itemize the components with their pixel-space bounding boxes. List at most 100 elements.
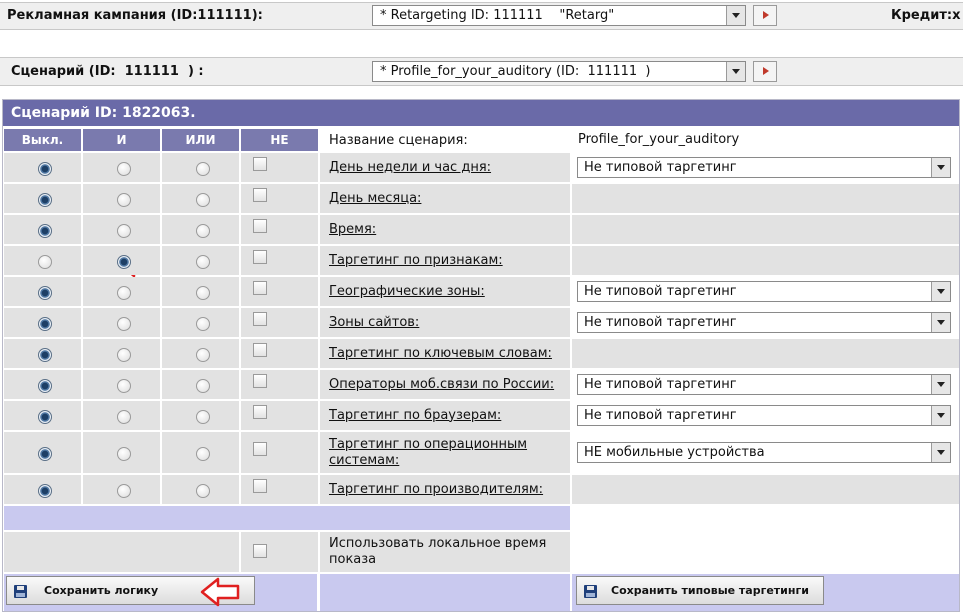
row-9-col-2-cell [162,432,239,473]
targeting-row-label: День недели и час дня: [320,153,570,182]
row-9-col-0-cell [4,432,81,473]
logic-radio-or[interactable] [196,255,210,269]
logic-radio-and[interactable] [117,193,131,207]
campaign-select-value: * Retargeting ID: 111111 "Retarg" [380,8,615,23]
logic-checkbox-not[interactable] [253,250,267,264]
row-6-col-1-cell [83,339,160,368]
targeting-link[interactable]: Операторы моб.связи по России: [329,377,554,393]
logic-checkbox-not[interactable] [253,405,267,419]
logic-radio-off[interactable] [38,162,52,176]
row-7-col-3-cell [241,370,318,399]
logic-radio-or[interactable] [196,410,210,424]
logic-checkbox-not[interactable] [253,374,267,388]
targeting-row-label: День месяца: [320,184,570,213]
campaign-go-button[interactable] [753,5,777,26]
logic-checkbox-not[interactable] [253,219,267,233]
targeting-link[interactable]: Таргетинг по ключевым словам: [329,346,552,362]
floppy-disk-icon [14,585,27,598]
row-0-col-3-cell [241,153,318,182]
targeting-link[interactable]: Таргетинг по браузерам: [329,408,501,424]
floppy-disk-icon [584,585,597,598]
row-1-col-1-cell [83,184,160,213]
logic-radio-and[interactable] [117,484,131,498]
logic-radio-and[interactable] [117,379,131,393]
logic-radio-off[interactable] [38,286,52,300]
targeting-type-select[interactable]: Не типовой таргетинг [577,157,951,178]
row-10-col-0-cell [4,475,81,504]
targeting-link[interactable]: Таргетинг по признакам: [329,253,503,269]
targeting-type-value: Не типовой таргетинг [584,315,737,330]
targeting-type-select[interactable]: Не типовой таргетинг [577,374,951,395]
logic-radio-and[interactable] [117,447,131,461]
logic-radio-off[interactable] [38,255,52,269]
logic-radio-or[interactable] [196,193,210,207]
spacer-row-right [572,506,959,530]
targeting-type-select[interactable]: НЕ мобильные устройства [577,442,951,463]
logic-radio-off[interactable] [38,410,52,424]
logic-radio-and[interactable] [117,317,131,331]
row-8-col-2-cell [162,401,239,430]
save-typical-targeting-button[interactable]: Сохранить типовые таргетинги [576,576,824,605]
row-5-col-3-cell [241,308,318,337]
buttons-row-mid [320,574,570,611]
targeting-row-label: Операторы моб.связи по России: [320,370,570,399]
logic-radio-and[interactable] [117,286,131,300]
targeting-link[interactable]: Географические зоны: [329,284,485,300]
targeting-value-cell [572,475,959,504]
logic-checkbox-not[interactable] [253,312,267,326]
logic-checkbox-not[interactable] [253,188,267,202]
targeting-type-select[interactable]: Не типовой таргетинг [577,312,951,333]
logic-radio-or[interactable] [196,484,210,498]
logic-radio-and[interactable] [117,410,131,424]
row-7-col-2-cell [162,370,239,399]
logic-radio-off[interactable] [38,224,52,238]
targeting-link[interactable]: Таргетинг по операционным системам: [329,437,570,469]
scenario-panel: Сценарий ID: 1822063. Выкл. И ИЛИ НЕ Наз… [2,99,960,612]
logic-radio-and[interactable] [117,348,131,362]
logic-radio-and[interactable] [117,162,131,176]
row-4-col-2-cell [162,277,239,306]
targeting-row-label: Таргетинг по операционным системам: [320,432,570,473]
scenario-name-value: Profile_for_your_auditory [578,132,740,147]
logic-checkbox-not[interactable] [253,442,267,456]
targeting-type-value: Не типовой таргетинг [584,284,737,299]
logic-radio-or[interactable] [196,224,210,238]
logic-checkbox-not[interactable] [253,343,267,357]
annotation-arrow-icon [200,577,240,607]
targeting-type-select[interactable]: Не типовой таргетинг [577,281,951,302]
targeting-link[interactable]: Зоны сайтов: [329,315,419,331]
logic-checkbox-not[interactable] [253,281,267,295]
chevron-down-icon [726,62,745,81]
logic-radio-or[interactable] [196,162,210,176]
logic-radio-or[interactable] [196,348,210,362]
logic-checkbox-not[interactable] [253,479,267,493]
logic-radio-or[interactable] [196,317,210,331]
logic-radio-off[interactable] [38,348,52,362]
targeting-link[interactable]: Время: [329,222,376,238]
campaign-select[interactable]: * Retargeting ID: 111111 "Retarg" [372,5,746,26]
logic-radio-or[interactable] [196,379,210,393]
scenario-go-button[interactable] [753,61,777,82]
logic-radio-and[interactable] [117,255,131,269]
targeting-link[interactable]: День недели и час дня: [329,160,491,176]
local-time-checkbox[interactable] [253,544,267,558]
local-time-label: Использовать локальное время показа [320,532,570,572]
logic-radio-off[interactable] [38,484,52,498]
logic-radio-off[interactable] [38,193,52,207]
logic-radio-or[interactable] [196,447,210,461]
local-time-cell-left [4,532,239,572]
logic-radio-off[interactable] [38,447,52,461]
logic-checkbox-not[interactable] [253,157,267,171]
targeting-link[interactable]: День месяца: [329,191,421,207]
row-8-col-3-cell [241,401,318,430]
logic-radio-and[interactable] [117,224,131,238]
logic-radio-or[interactable] [196,286,210,300]
logic-radio-off[interactable] [38,317,52,331]
campaign-label: Рекламная кампания (ID:111111): [7,8,263,23]
targeting-type-select[interactable]: Не типовой таргетинг [577,405,951,426]
row-7-col-0-cell [4,370,81,399]
scenario-select[interactable]: * Profile_for_your_auditory (ID: 111111 … [372,61,746,82]
row-5-col-2-cell [162,308,239,337]
targeting-link[interactable]: Таргетинг по производителям: [329,482,543,498]
logic-radio-off[interactable] [38,379,52,393]
